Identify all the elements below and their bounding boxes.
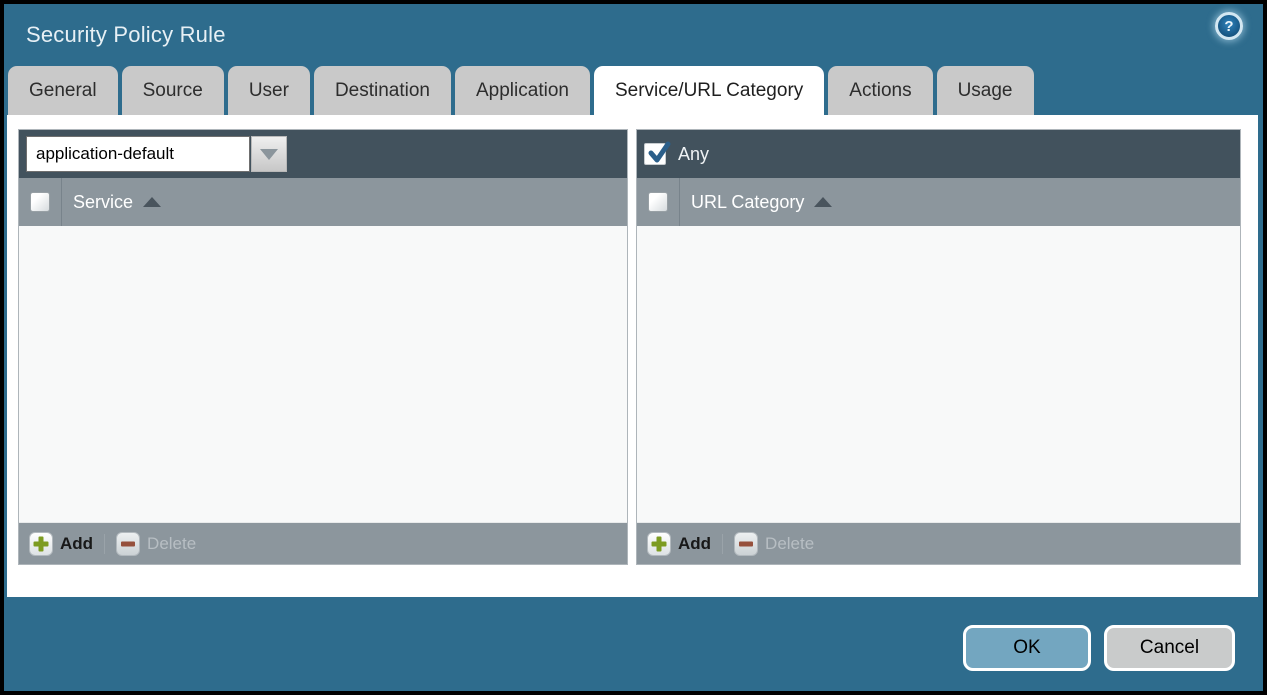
tab-source[interactable]: Source [122,66,224,115]
tab-service-url-category[interactable]: Service/URL Category [594,66,824,115]
service-toolbar: application-default [19,130,627,178]
tab-content: application-default Service [7,115,1258,597]
service-panel: application-default Service [18,129,628,565]
url-category-add-button[interactable]: Add [647,532,711,556]
url-category-column-header: URL Category [691,192,804,213]
url-category-delete-label: Delete [765,534,814,554]
tab-general[interactable]: General [8,66,118,115]
sort-ascending-icon[interactable] [143,197,161,207]
url-category-select-all-checkbox[interactable] [648,192,668,212]
url-category-delete-button[interactable]: Delete [734,532,814,556]
dialog-button-row: OK Cancel [963,625,1235,671]
delete-minus-icon [734,532,758,556]
service-select-all-checkbox[interactable] [30,192,50,212]
service-type-dropdown-button[interactable] [251,136,287,172]
url-category-add-label: Add [678,534,711,554]
service-column-header: Service [73,192,133,213]
service-delete-button[interactable]: Delete [116,532,196,556]
any-label: Any [678,144,709,165]
service-table-header: Service [19,178,627,226]
tab-usage[interactable]: Usage [937,66,1034,115]
help-icon[interactable]: ? [1215,12,1243,40]
service-table-body[interactable] [19,226,627,522]
add-plus-icon [647,532,671,556]
tab-bar: General Source User Destination Applicat… [4,65,1263,115]
url-category-select-all-cell [637,178,680,226]
footer-divider [722,534,723,554]
add-plus-icon [29,532,53,556]
url-category-table-header: URL Category [637,178,1240,226]
sort-ascending-icon[interactable] [814,197,832,207]
service-add-label: Add [60,534,93,554]
security-policy-rule-dialog: Security Policy Rule ? General Source Us… [4,4,1263,691]
any-checkbox[interactable] [644,143,666,165]
url-category-toolbar: Any [637,130,1240,178]
delete-minus-icon [116,532,140,556]
chevron-down-icon [260,149,278,160]
url-category-panel: Any URL Category Add [636,129,1241,565]
service-add-button[interactable]: Add [29,532,93,556]
title-bar: Security Policy Rule ? [4,4,1263,65]
service-select-all-cell [19,178,62,226]
url-category-table-footer: Add Delete [637,522,1240,564]
cancel-button[interactable]: Cancel [1104,625,1235,671]
checkmark-icon [646,140,672,166]
tab-application[interactable]: Application [455,66,590,115]
service-delete-label: Delete [147,534,196,554]
url-category-table-body[interactable] [637,226,1240,522]
service-type-value[interactable]: application-default [26,136,250,172]
ok-button[interactable]: OK [963,625,1091,671]
footer-divider [104,534,105,554]
tab-destination[interactable]: Destination [314,66,451,115]
dialog-title: Security Policy Rule [4,22,226,48]
service-type-dropdown[interactable]: application-default [26,136,287,172]
service-table-footer: Add Delete [19,522,627,564]
tab-actions[interactable]: Actions [828,66,932,115]
tab-user[interactable]: User [228,66,310,115]
